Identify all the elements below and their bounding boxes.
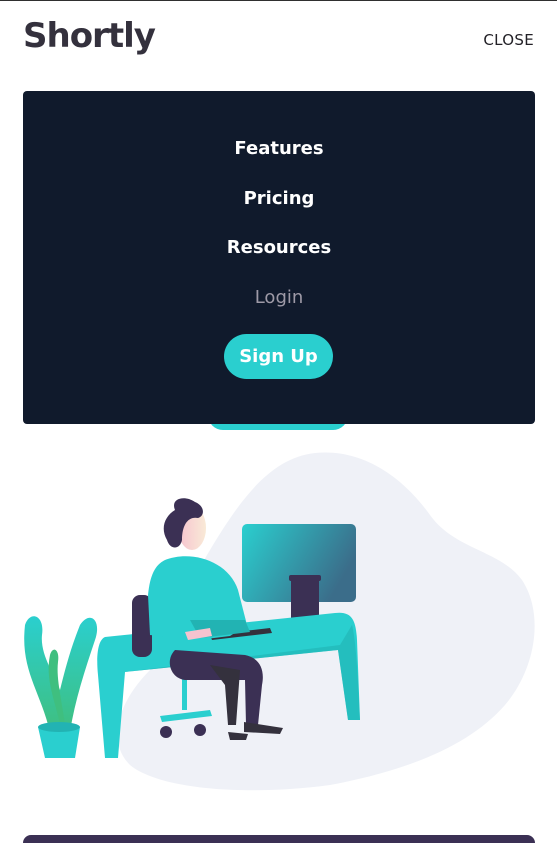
mobile-nav-menu: Features Pricing Resources Login Sign Up <box>23 91 535 424</box>
signup-button[interactable]: Sign Up <box>224 334 333 379</box>
person-working-illustration <box>24 452 535 791</box>
menu-item-resources[interactable]: Resources <box>23 237 535 258</box>
close-menu-button[interactable]: CLOSE <box>483 31 534 49</box>
logo[interactable]: Shortly <box>23 16 156 56</box>
menu-item-features[interactable]: Features <box>23 138 535 159</box>
menu-item-pricing[interactable]: Pricing <box>23 188 535 209</box>
menu-item-login[interactable]: Login <box>23 287 535 308</box>
bottom-section-edge <box>23 835 535 843</box>
top-border <box>0 0 557 1</box>
